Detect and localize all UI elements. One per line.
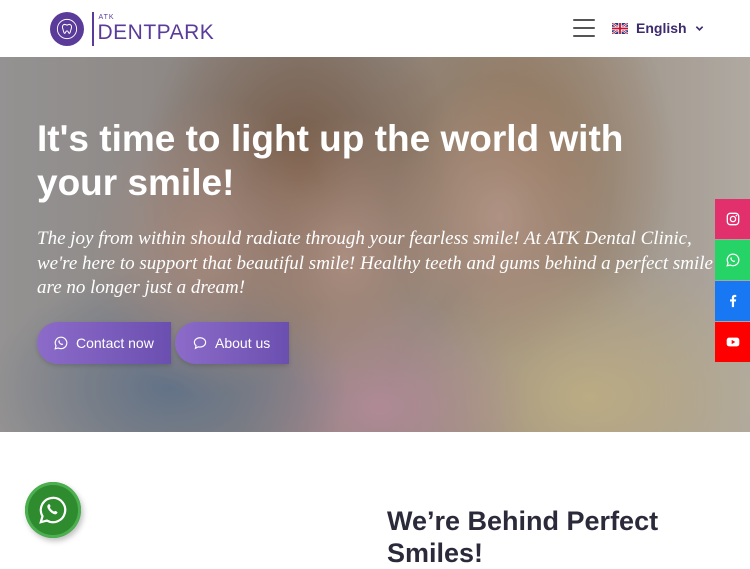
site-header: ATK DENTPARK English	[0, 0, 750, 57]
instagram-icon	[726, 212, 739, 226]
facebook-link[interactable]	[715, 281, 750, 321]
instagram-link[interactable]	[715, 199, 750, 239]
hamburger-menu-icon[interactable]	[573, 19, 595, 37]
contact-now-button[interactable]: Contact now	[37, 322, 171, 364]
logo-brand-text: DENTPARK	[97, 21, 215, 44]
language-selector[interactable]: English	[612, 19, 704, 37]
hero-banner: It's time to light up the world with you…	[0, 57, 750, 432]
section-title: We’re Behind Perfect Smiles!	[387, 506, 659, 568]
hamburger-line	[573, 19, 595, 21]
site-logo[interactable]: ATK DENTPARK	[50, 11, 214, 47]
logo-text: ATK DENTPARK	[98, 14, 215, 44]
hero-title: It's time to light up the world with you…	[37, 118, 624, 203]
contact-now-label: Contact now	[76, 335, 154, 351]
youtube-link[interactable]	[715, 322, 750, 362]
whatsapp-icon	[725, 253, 739, 267]
tooth-logo-icon	[50, 12, 84, 46]
hero-text: The joy from within should radiate throu…	[37, 228, 713, 298]
whatsapp-icon	[54, 336, 68, 350]
hamburger-line	[573, 27, 595, 29]
youtube-icon	[726, 337, 739, 347]
uk-flag-icon	[612, 22, 628, 34]
language-label: English	[636, 20, 687, 36]
about-us-label: About us	[215, 335, 271, 351]
facebook-icon	[729, 294, 736, 308]
whatsapp-float-button[interactable]	[25, 482, 81, 538]
chevron-down-icon	[695, 25, 703, 31]
whatsapp-icon	[39, 496, 67, 524]
about-us-button[interactable]: About us	[175, 322, 289, 364]
whatsapp-link[interactable]	[715, 240, 750, 280]
chat-bubble-icon	[193, 337, 207, 350]
logo-divider	[92, 12, 94, 46]
hamburger-line	[573, 35, 595, 37]
